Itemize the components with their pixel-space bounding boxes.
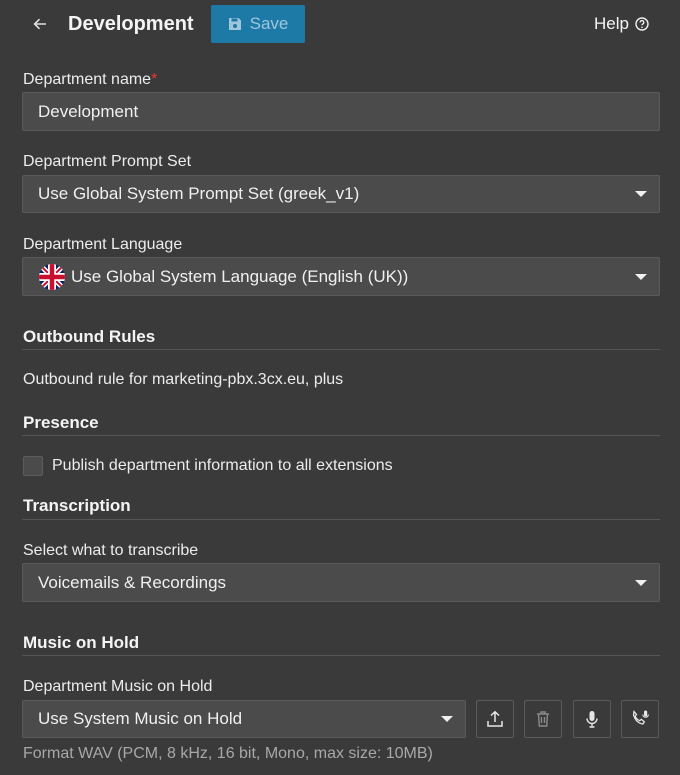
divider xyxy=(22,519,660,520)
arrow-left-icon xyxy=(33,18,46,30)
prompt-set-label: Department Prompt Set xyxy=(23,153,192,170)
publish-department-checkbox[interactable] xyxy=(23,456,43,476)
help-link[interactable]: Help xyxy=(594,14,649,34)
save-button-label: Save xyxy=(249,14,289,33)
music-on-hold-heading: Music on Hold xyxy=(23,633,140,652)
top-bar: Development Save Help xyxy=(0,0,680,46)
department-name-label-text: Department name xyxy=(23,71,152,88)
transcription-heading: Transcription xyxy=(23,496,131,515)
language-value: Use Global System Language (English (UK)… xyxy=(71,266,409,286)
question-circle-icon xyxy=(635,17,649,31)
uk-flag-icon xyxy=(39,263,65,290)
chevron-down-icon xyxy=(635,273,647,280)
chevron-down-icon xyxy=(635,579,647,586)
language-select[interactable]: Use Global System Language (English (UK)… xyxy=(22,257,660,296)
record-button[interactable] xyxy=(573,700,611,738)
department-name-label: Department name* xyxy=(23,70,157,90)
music-on-hold-label: Department Music on Hold xyxy=(23,678,213,695)
music-on-hold-select[interactable]: Use System Music on Hold xyxy=(22,700,466,738)
transcribe-select[interactable]: Voicemails & Recordings xyxy=(22,563,660,602)
help-label: Help xyxy=(594,14,629,33)
divider xyxy=(22,349,660,350)
publish-department-label[interactable]: Publish department information to all ex… xyxy=(52,457,393,475)
transcribe-label: Select what to transcribe xyxy=(23,542,199,559)
delete-button[interactable] xyxy=(524,700,562,738)
chevron-down-icon xyxy=(635,191,647,197)
transcribe-value: Voicemails & Recordings xyxy=(38,572,227,592)
music-on-hold-value: Use System Music on Hold xyxy=(38,709,243,728)
phone-record-icon xyxy=(632,709,649,725)
upload-icon xyxy=(487,710,503,727)
department-name-value: Development xyxy=(38,101,139,121)
prompt-set-select[interactable]: Use Global System Prompt Set (greek_v1) xyxy=(22,175,660,213)
upload-button[interactable] xyxy=(476,700,514,738)
record-via-phone-button[interactable] xyxy=(621,700,659,738)
department-name-input[interactable]: Development xyxy=(22,92,660,131)
chevron-down-icon xyxy=(441,716,453,722)
outbound-rule-text: Outbound rule for marketing-pbx.3cx.eu, … xyxy=(23,371,344,388)
language-label: Department Language xyxy=(23,236,183,253)
floppy-disk-icon xyxy=(228,18,241,30)
divider xyxy=(22,435,660,436)
page-title: Development xyxy=(68,13,194,35)
prompt-set-value: Use Global System Prompt Set (greek_v1) xyxy=(38,184,360,203)
save-button[interactable]: Save xyxy=(211,5,305,43)
required-asterisk: * xyxy=(151,71,158,88)
back-button[interactable] xyxy=(28,12,52,36)
divider xyxy=(22,655,660,656)
outbound-rules-heading: Outbound Rules xyxy=(23,327,156,346)
microphone-icon xyxy=(586,711,598,728)
trash-icon xyxy=(537,711,549,727)
format-hint: Format WAV (PCM, 8 kHz, 16 bit, Mono, ma… xyxy=(23,745,433,762)
presence-heading: Presence xyxy=(23,413,99,432)
